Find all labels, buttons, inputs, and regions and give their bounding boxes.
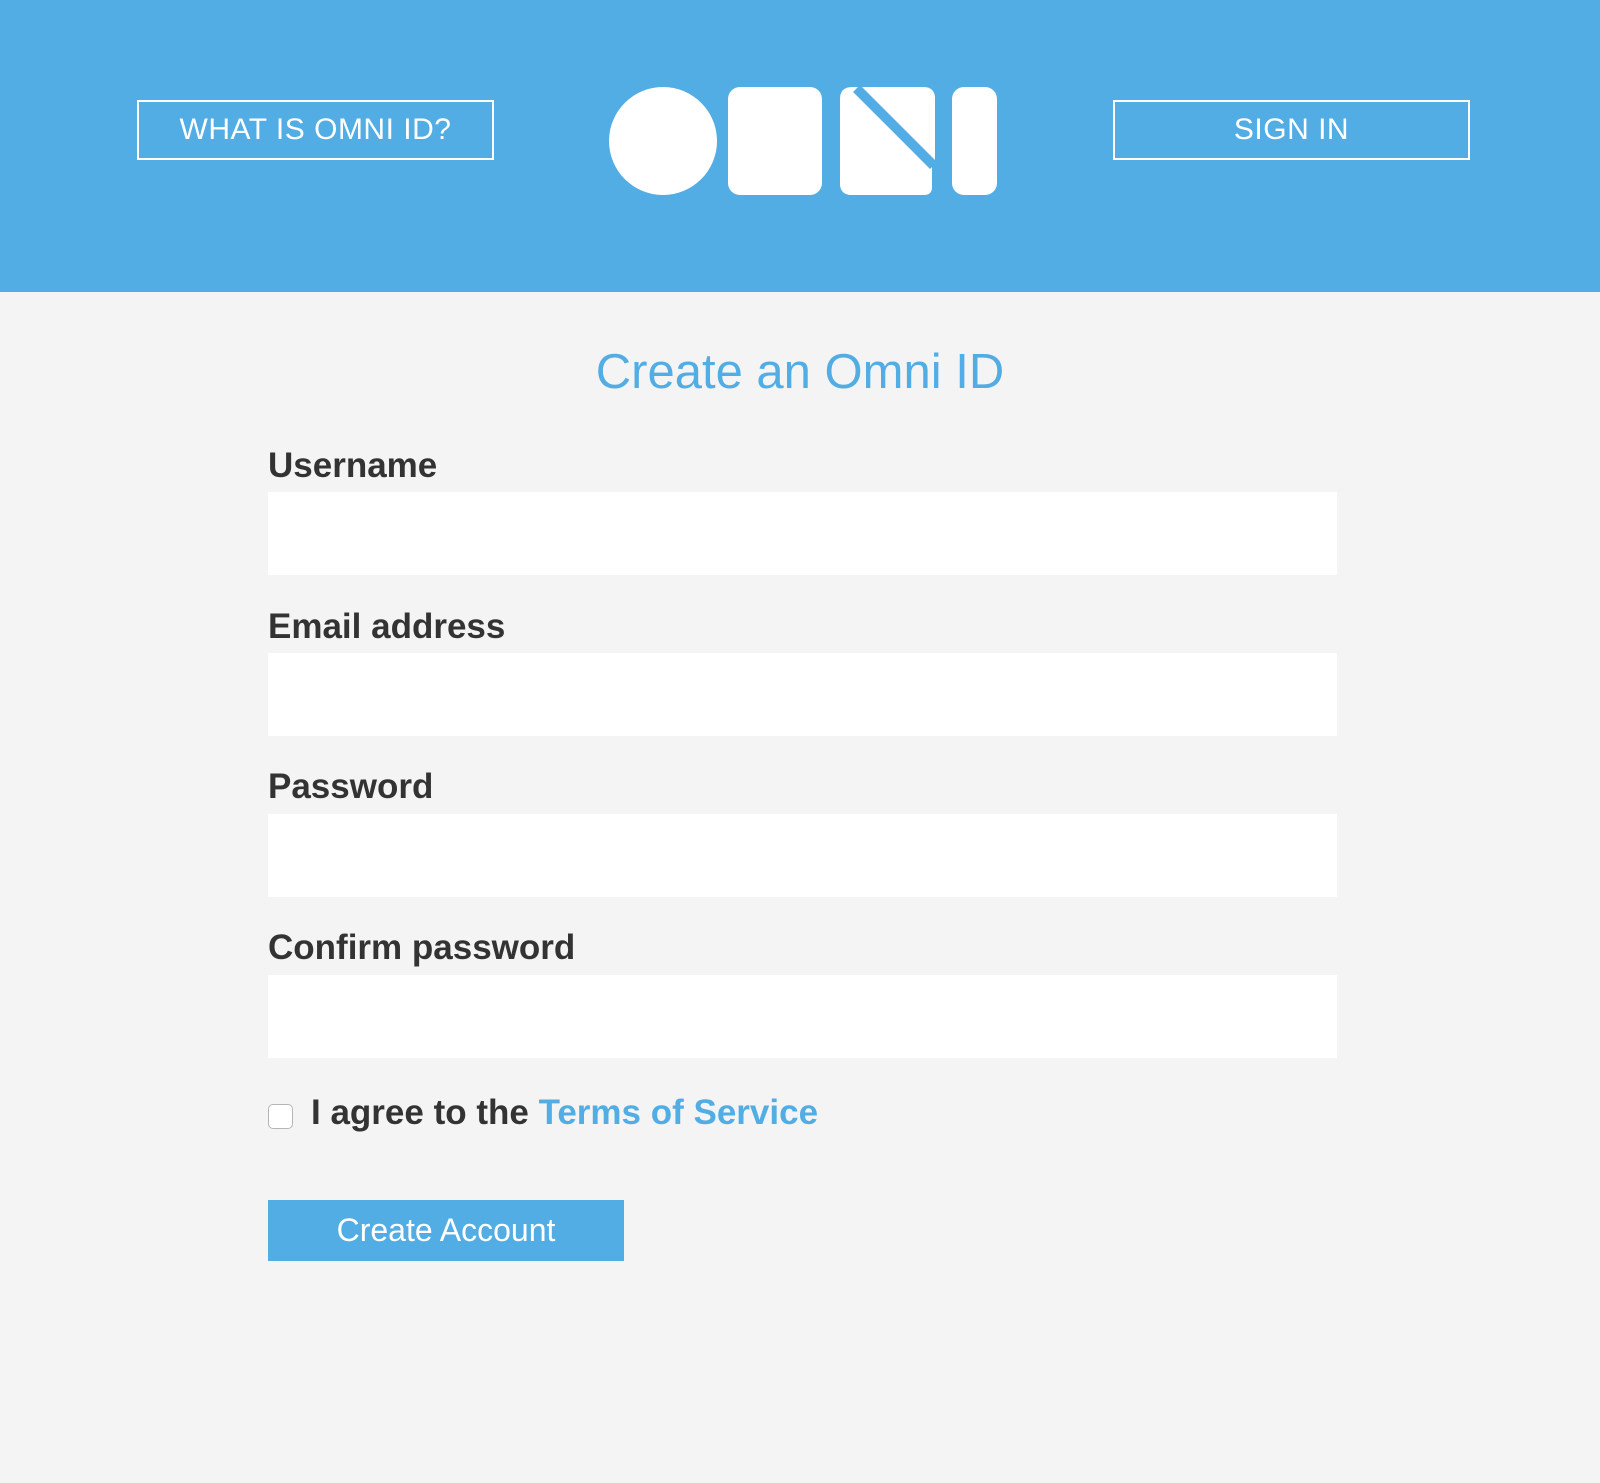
email-input[interactable] — [268, 653, 1337, 736]
username-label: Username — [268, 446, 438, 485]
page-title: Create an Omni ID — [595, 345, 1005, 399]
logo-letter-o — [609, 87, 717, 195]
email-label: Email address — [268, 607, 506, 646]
username-input[interactable] — [268, 492, 1337, 575]
sign-in-button[interactable]: SIGN IN — [1113, 100, 1470, 160]
what-is-omni-id-button[interactable]: WHAT IS OMNI ID? — [137, 100, 494, 160]
terms-label: I agree to the — [311, 1093, 539, 1132]
password-label: Password — [268, 767, 434, 806]
confirm-password-input[interactable] — [268, 975, 1337, 1058]
password-input[interactable] — [268, 814, 1337, 897]
omni-logo[interactable] — [609, 87, 997, 195]
terms-row: I agree to the Terms of Service — [268, 1090, 818, 1136]
logo-letter-n — [840, 87, 935, 195]
logo-letter-i — [952, 87, 997, 195]
confirm-password-label: Confirm password — [268, 928, 576, 967]
terms-of-service-link[interactable]: Terms of Service — [539, 1093, 819, 1133]
site-header: WHAT IS OMNI ID? SIGN IN — [0, 0, 1600, 292]
logo-letter-m — [728, 87, 822, 195]
terms-checkbox[interactable] — [268, 1103, 293, 1129]
create-account-button[interactable]: Create Account — [268, 1200, 624, 1261]
